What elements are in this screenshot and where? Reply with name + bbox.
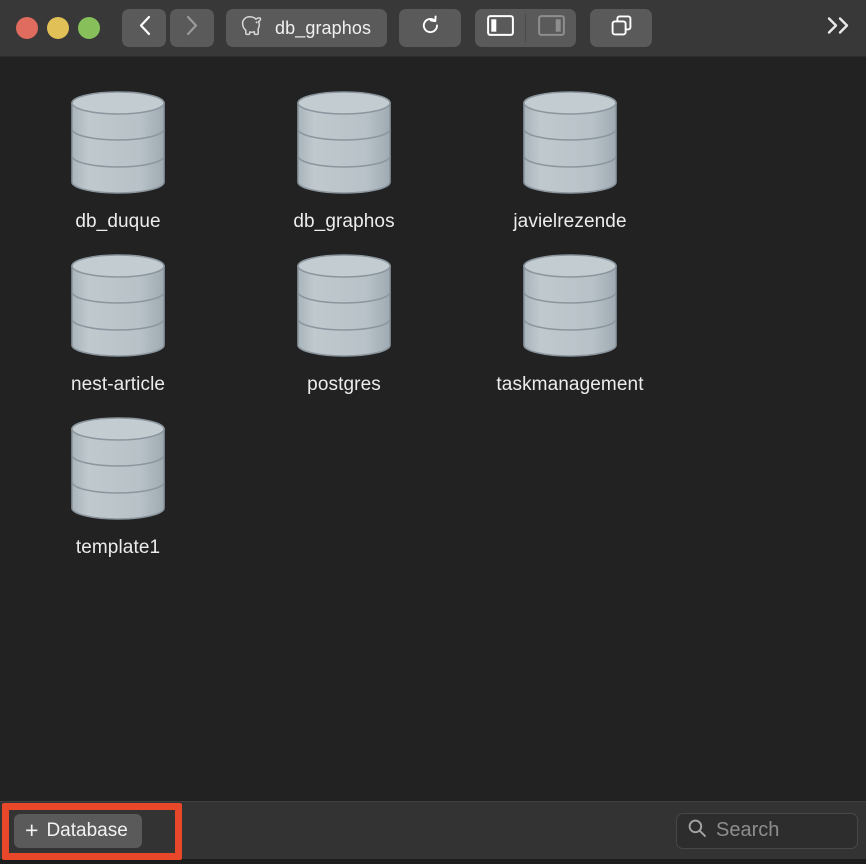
back-button[interactable] (122, 9, 166, 47)
add-database-button[interactable]: + Database (14, 813, 142, 848)
current-database-label: db_graphos (275, 17, 372, 38)
current-database-button[interactable]: db_graphos (226, 9, 388, 47)
plus-icon: + (25, 817, 39, 843)
database-grid-area: db_duque db_graphos javielrezende nest-a… (0, 57, 866, 801)
database-cylinder-icon (520, 254, 620, 357)
database-name-label: nest-article (70, 374, 166, 395)
database-grid: db_duque db_graphos javielrezende nest-a… (0, 91, 866, 559)
database-item[interactable]: javielrezende (457, 91, 683, 233)
double-chevron-right-icon (826, 16, 852, 41)
duplicate-window-button[interactable] (590, 9, 653, 47)
sidebar-toggle-group (475, 9, 577, 47)
chevron-right-icon (186, 15, 199, 41)
database-cylinder-icon (68, 91, 168, 194)
database-cylinder-icon (294, 254, 394, 357)
window-toolbar: db_graphos (0, 0, 866, 57)
toolbar-overflow-button[interactable] (826, 16, 852, 41)
toggle-left-sidebar-button[interactable] (475, 9, 525, 47)
database-cylinder-icon (68, 254, 168, 357)
database-name-label: db_graphos (293, 211, 395, 232)
bottom-toolbar: + Database Search (0, 801, 866, 860)
database-item[interactable]: template1 (5, 417, 231, 559)
elephant-icon (238, 14, 266, 43)
database-browser-window: db_graphos db_duque db_graphos javielrez… (0, 0, 866, 864)
database-name-label: javielrezende (513, 211, 627, 232)
search-field[interactable]: Search (676, 812, 858, 849)
traffic-light-group (16, 17, 100, 39)
database-cylinder-icon (520, 91, 620, 194)
database-name-label: template1 (75, 537, 161, 558)
navigation-button-group (122, 9, 214, 47)
minimize-window-button[interactable] (47, 17, 69, 39)
database-name-label: taskmanagement (496, 374, 644, 395)
database-cylinder-icon (68, 417, 168, 520)
database-name-label: postgres (307, 374, 381, 395)
database-cylinder-icon (294, 91, 394, 194)
database-item[interactable]: nest-article (5, 254, 231, 396)
chevron-left-icon (138, 15, 151, 41)
search-icon (687, 818, 707, 843)
maximize-window-button[interactable] (78, 17, 100, 39)
close-window-button[interactable] (16, 17, 38, 39)
duplicate-windows-icon (610, 14, 633, 42)
refresh-button[interactable] (399, 9, 462, 47)
sidebar-right-icon (537, 15, 565, 41)
toggle-right-sidebar-button[interactable] (526, 9, 576, 47)
database-item[interactable]: postgres (231, 254, 457, 396)
window-bottom-edge (0, 859, 866, 864)
database-name-label: db_duque (75, 211, 161, 232)
refresh-icon (419, 14, 442, 42)
search-placeholder-text: Search (716, 819, 780, 841)
database-item[interactable]: db_graphos (231, 91, 457, 233)
database-item[interactable]: taskmanagement (457, 254, 683, 396)
sidebar-left-icon (486, 15, 514, 41)
database-item[interactable]: db_duque (5, 91, 231, 233)
add-database-label: Database (46, 819, 128, 841)
forward-button[interactable] (170, 9, 214, 47)
